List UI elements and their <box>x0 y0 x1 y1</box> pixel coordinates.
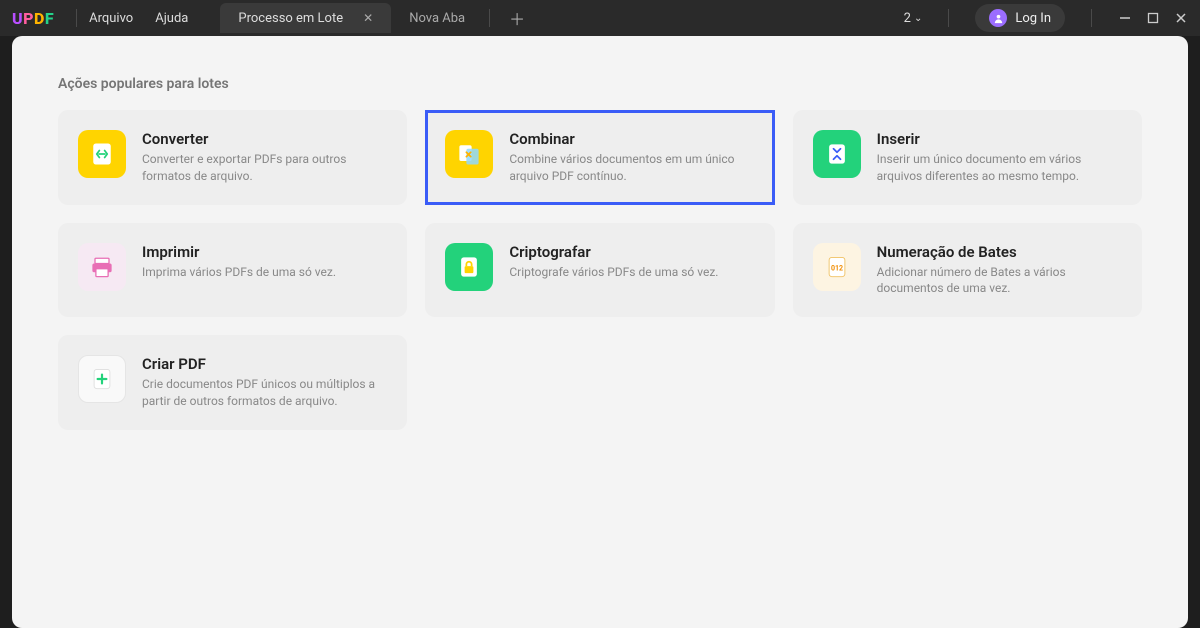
insert-icon <box>813 130 861 178</box>
card-title: Imprimir <box>142 243 336 261</box>
tab-new[interactable]: Nova Aba <box>391 3 483 33</box>
card-desc: Combine vários documentos em um único ar… <box>509 151 754 185</box>
card-desc: Criptografe vários PDFs de uma só vez. <box>509 264 718 281</box>
maximize-button[interactable] <box>1146 11 1160 25</box>
print-icon <box>78 243 126 291</box>
encrypt-icon <box>445 243 493 291</box>
convert-icon <box>78 130 126 178</box>
card-title: Converter <box>142 130 387 148</box>
divider <box>948 9 949 27</box>
tab-label: Nova Aba <box>409 11 465 26</box>
card-title: Criar PDF <box>142 355 387 373</box>
titlebar-right: 2 ⌄ Log In <box>904 4 1188 32</box>
login-label: Log In <box>1015 11 1051 26</box>
card-convert[interactable]: Converter Converter e exportar PDFs para… <box>58 110 407 205</box>
bates-icon: 012 <box>813 243 861 291</box>
card-desc: Imprima vários PDFs de uma só vez. <box>142 264 336 281</box>
card-combine[interactable]: Combinar Combine vários documentos em um… <box>425 110 774 205</box>
divider <box>1091 9 1092 27</box>
card-print[interactable]: Imprimir Imprima vários PDFs de uma só v… <box>58 223 407 318</box>
close-button[interactable] <box>1174 11 1188 25</box>
tab-count-dropdown[interactable]: 2 ⌄ <box>904 11 923 26</box>
main-content: Ações populares para lotes Converter Con… <box>12 36 1188 628</box>
tab-batch-process[interactable]: Processo em Lote ✕ <box>220 3 391 33</box>
combine-icon <box>445 130 493 178</box>
minimize-button[interactable] <box>1118 11 1132 25</box>
card-desc: Converter e exportar PDFs para outros fo… <box>142 151 387 185</box>
card-grid-row2: Criar PDF Crie documentos PDF únicos ou … <box>58 335 1142 430</box>
card-create-pdf[interactable]: Criar PDF Crie documentos PDF únicos ou … <box>58 335 407 430</box>
card-grid: Converter Converter e exportar PDFs para… <box>58 110 1142 317</box>
svg-text:012: 012 <box>831 264 843 272</box>
card-title: Criptografar <box>509 243 718 261</box>
add-tab-button[interactable]: ＋ <box>506 7 528 29</box>
create-pdf-icon <box>78 355 126 403</box>
app-logo: UPDF <box>12 9 54 28</box>
card-title: Inserir <box>877 130 1122 148</box>
card-title: Numeração de Bates <box>877 243 1122 261</box>
card-desc: Inserir um único documento em vários arq… <box>877 151 1122 185</box>
count-value: 2 <box>904 11 911 26</box>
chevron-down-icon: ⌄ <box>914 13 922 24</box>
avatar-icon <box>989 9 1007 27</box>
card-insert[interactable]: Inserir Inserir um único documento em vá… <box>793 110 1142 205</box>
titlebar: UPDF Arquivo Ajuda Processo em Lote ✕ No… <box>0 0 1200 36</box>
section-title: Ações populares para lotes <box>58 76 1142 92</box>
tab-bar: Processo em Lote ✕ Nova Aba ＋ <box>220 3 903 33</box>
menu-help[interactable]: Ajuda <box>155 11 188 26</box>
card-title: Combinar <box>509 130 754 148</box>
menu-file[interactable]: Arquivo <box>89 11 133 26</box>
close-icon[interactable]: ✕ <box>363 11 373 25</box>
divider <box>489 9 490 27</box>
tab-label: Processo em Lote <box>238 11 343 26</box>
card-bates[interactable]: 012 Numeração de Bates Adicionar número … <box>793 223 1142 318</box>
divider <box>76 9 77 27</box>
card-desc: Crie documentos PDF únicos ou múltiplos … <box>142 376 387 410</box>
card-desc: Adicionar número de Bates a vários docum… <box>877 264 1122 298</box>
login-button[interactable]: Log In <box>975 4 1065 32</box>
card-encrypt[interactable]: Criptografar Criptografe vários PDFs de … <box>425 223 774 318</box>
